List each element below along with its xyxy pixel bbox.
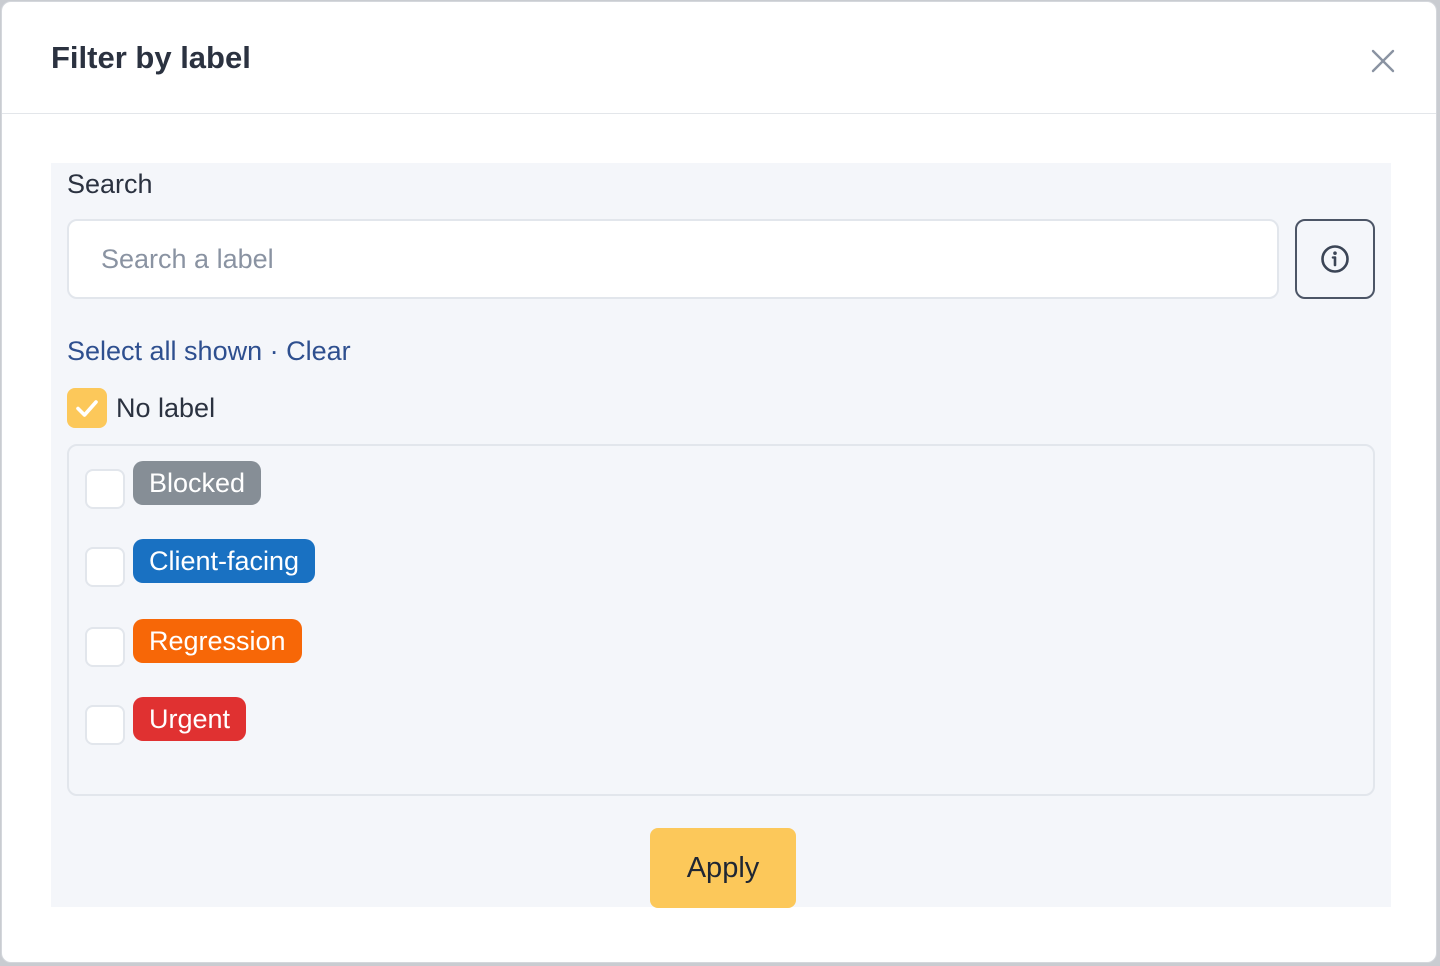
close-button[interactable] (1368, 46, 1398, 76)
label-option-blocked[interactable]: Blocked (85, 461, 262, 509)
search-input[interactable] (67, 219, 1279, 299)
apply-button[interactable]: Apply (650, 828, 796, 908)
label-pill-urgent: Urgent (133, 697, 247, 741)
bulk-actions: Select all shown · Clear (67, 333, 351, 369)
no-label-checkbox[interactable] (67, 388, 107, 428)
select-all-shown-link[interactable]: Select all shown (67, 336, 262, 366)
label-pill-regression: Regression (133, 619, 302, 663)
modal-header: Filter by label (2, 2, 1436, 114)
filter-by-label-modal: Filter by label Search Select all shown … (1, 1, 1437, 963)
label-pill-blocked: Blocked (133, 461, 262, 505)
bulk-actions-separator: · (269, 336, 279, 366)
label-option-client-facing[interactable]: Client-facing (85, 539, 316, 587)
no-label-option[interactable]: No label (67, 388, 215, 428)
modal-title: Filter by label (51, 40, 251, 75)
search-section-label: Search (67, 169, 153, 199)
label-checkbox-blocked[interactable] (85, 469, 125, 509)
label-checkbox-urgent[interactable] (85, 705, 125, 745)
filter-panel: Search Select all shown · Clear No label (51, 163, 1391, 908)
label-list: Blocked Client-facing Regression Urgent (67, 444, 1375, 796)
info-icon (1321, 245, 1349, 273)
no-label-text: No label (116, 392, 216, 423)
close-icon (1371, 49, 1395, 73)
label-option-regression[interactable]: Regression (85, 619, 302, 667)
label-checkbox-client-facing[interactable] (85, 547, 125, 587)
label-checkbox-regression[interactable] (85, 627, 125, 667)
checkmark-icon (76, 400, 98, 417)
clear-link[interactable]: Clear (286, 336, 351, 366)
label-pill-client-facing: Client-facing (133, 539, 316, 583)
label-option-urgent[interactable]: Urgent (85, 697, 247, 745)
info-button[interactable] (1295, 219, 1375, 299)
